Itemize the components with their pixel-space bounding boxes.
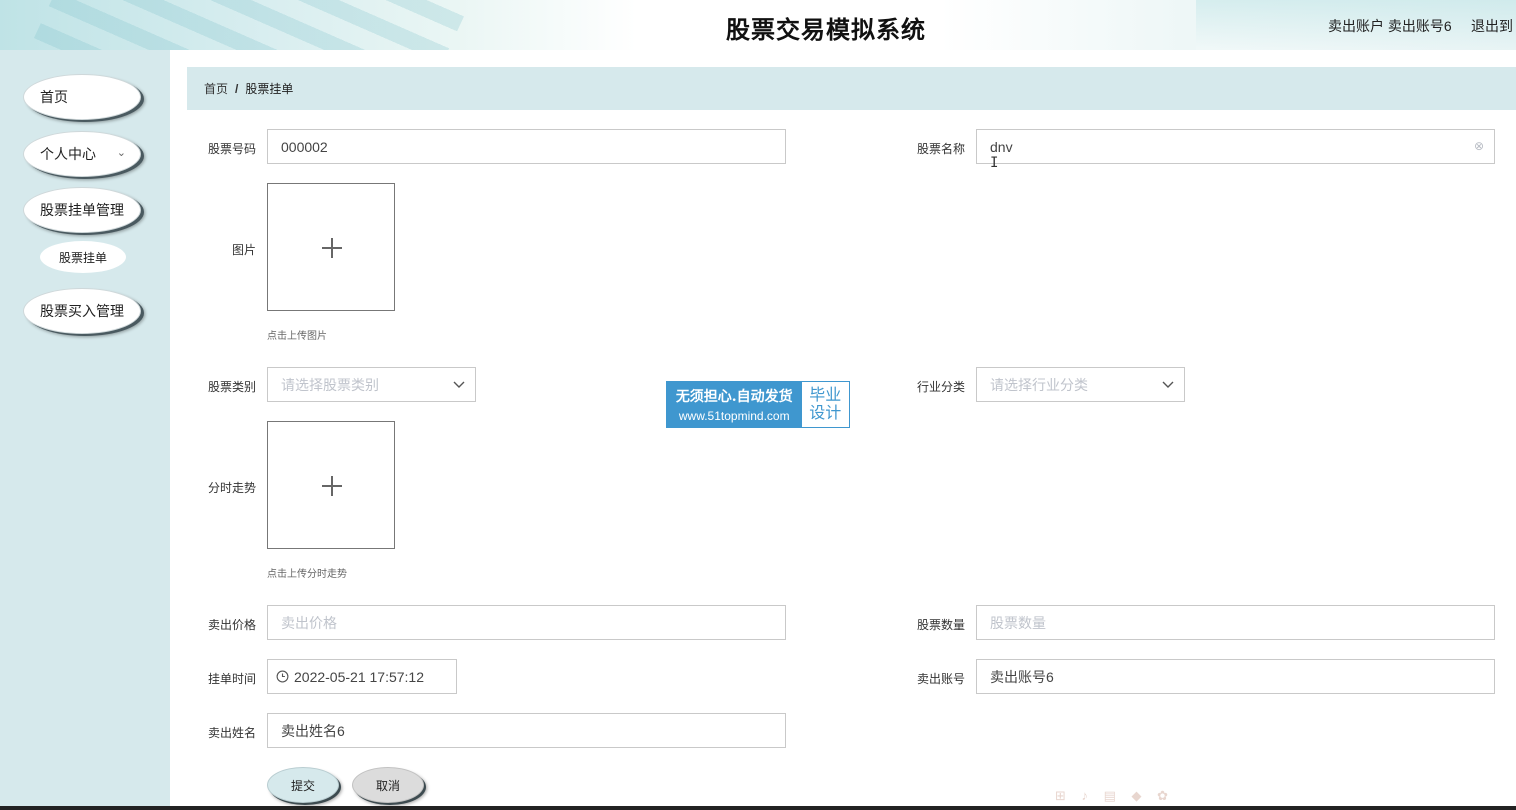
quantity-input[interactable]: 股票数量 [976, 605, 1495, 640]
submit-button[interactable]: 提交 [267, 767, 339, 803]
cancel-button[interactable]: 取消 [352, 767, 424, 803]
logout-link[interactable]: 退出到 [1471, 16, 1516, 36]
clear-icon[interactable]: ⊗ [1474, 139, 1484, 153]
order-time-picker[interactable]: 2022-05-21 17:57:12 [267, 659, 457, 694]
breadcrumb-home[interactable]: 首页 [204, 80, 228, 97]
watermark-badge: 无须担心.自动发货 www.51topmind.com 毕业 设计 [666, 381, 850, 428]
image-upload-hint: 点击上传图片 [267, 331, 327, 342]
trend-upload[interactable] [267, 421, 395, 549]
sidebar-item-personal-center[interactable]: 个人中心 ⌄ [23, 131, 141, 177]
watermark-badge-bottom: 设计 [809, 404, 842, 422]
seller-name-input[interactable]: 卖出姓名6 [267, 713, 786, 748]
quantity-label: 股票数量 [916, 618, 965, 632]
watermark-badge-text: 毕业 设计 [801, 382, 849, 427]
watermark-line2: www.51topmind.com [678, 409, 790, 423]
stock-category-label: 股票类别 [207, 380, 256, 394]
stock-category-placeholder: 请选择股票类别 [281, 376, 379, 393]
stock-name-input[interactable]: dnv ⊗ [976, 129, 1495, 164]
order-time-label: 挂单时间 [207, 672, 256, 686]
sidebar-item-label: 首页 [40, 89, 68, 105]
image-label: 图片 [231, 243, 256, 257]
sidebar-item-label: 股票买入管理 [40, 303, 124, 319]
sidebar-item-stock-buy-management[interactable]: 股票买入管理 [23, 288, 141, 334]
trend-upload-hint: 点击上传分时走势 [267, 569, 347, 580]
plus-icon-vertical [331, 476, 333, 496]
text-cursor-icon: I [990, 155, 999, 171]
header: 股票交易模拟系统 卖出账户 卖出账号6 退出到 [0, 0, 1516, 50]
sidebar-item-home[interactable]: 首页 [23, 74, 141, 120]
bottom-border [0, 806, 1516, 810]
industry-placeholder: 请选择行业分类 [990, 376, 1088, 393]
sidebar-item-label: 股票挂单管理 [40, 202, 124, 218]
sidebar-item-label: 个人中心 [40, 146, 96, 162]
seller-name-label: 卖出姓名 [207, 726, 256, 740]
sidebar-item-stock-order-management[interactable]: 股票挂单管理 [23, 187, 141, 233]
watermark-badge-top: 毕业 [809, 386, 842, 404]
clock-icon [276, 670, 289, 683]
current-user-label: 卖出账户 卖出账号6 [1328, 18, 1452, 34]
stock-name-label: 股票名称 [916, 142, 965, 156]
order-time-value: 2022-05-21 17:57:12 [294, 668, 424, 685]
breadcrumb-separator: / [235, 81, 239, 96]
chevron-down-icon [453, 381, 465, 388]
chevron-down-icon: ⌄ [116, 147, 126, 159]
breadcrumb-current: 股票挂单 [245, 82, 294, 96]
app-title: 股票交易模拟系统 [726, 17, 926, 44]
stock-category-select[interactable]: 请选择股票类别 [267, 367, 476, 402]
watermark-text: 无须担心.自动发货 www.51topmind.com [667, 382, 802, 427]
sell-price-input[interactable]: 卖出价格 [267, 605, 786, 640]
sidebar-item-label: 股票挂单 [58, 250, 107, 265]
watermark-line1: 无须担心.自动发货 [675, 389, 793, 405]
stock-code-input[interactable]: 000002 [267, 129, 786, 164]
stock-name-value: dnv [990, 138, 1013, 155]
stock-code-label: 股票号码 [207, 142, 256, 156]
sidebar-subitem-stock-order[interactable]: 股票挂单 [40, 241, 126, 273]
chevron-down-icon [1162, 381, 1174, 388]
seller-account-label: 卖出账号 [916, 672, 965, 686]
plus-icon-vertical [331, 238, 333, 258]
industry-select[interactable]: 请选择行业分类 [976, 367, 1185, 402]
sell-price-label: 卖出价格 [207, 618, 256, 632]
breadcrumb: 首页 / 股票挂单 [187, 67, 1516, 110]
seller-account-input[interactable]: 卖出账号6 [976, 659, 1495, 694]
system-tray-icons: ⊞ ♪ ▤ ◆ ✿ [1055, 788, 1175, 803]
trend-label: 分时走势 [207, 481, 256, 495]
industry-label: 行业分类 [916, 380, 965, 394]
image-upload[interactable] [267, 183, 395, 311]
